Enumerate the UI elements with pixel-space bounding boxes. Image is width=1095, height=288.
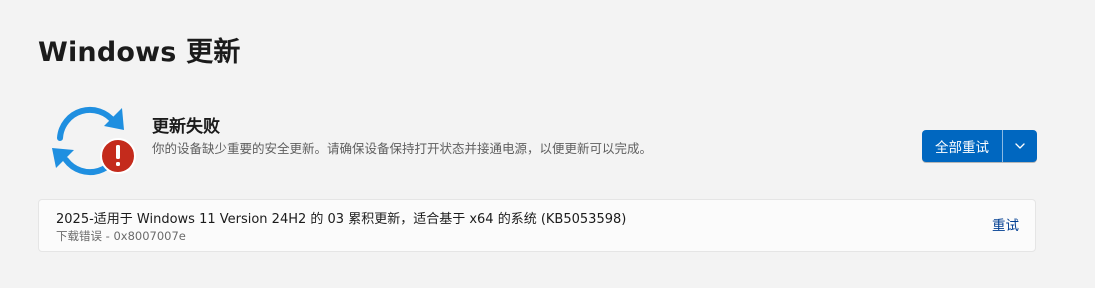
status-text: 更新失败 你的设备缺少重要的安全更新。请确保设备保持打开状态并接通电源，以便更新… [152,116,652,158]
update-status-section: 更新失败 你的设备缺少重要的安全更新。请确保设备保持打开状态并接通电源，以便更新… [46,100,1046,180]
update-item-name: 2025-适用于 Windows 11 Version 24H2 的 03 累积… [56,212,627,227]
retry-all-button[interactable]: 全部重试 [922,130,1002,162]
sync-error-icon [46,100,136,180]
page-title: Windows 更新 [38,37,241,68]
status-description: 你的设备缺少重要的安全更新。请确保设备保持打开状态并接通电源，以便更新可以完成。 [152,141,653,156]
windows-update-page: Windows 更新 更新失败 你的设备缺少重要的安全更新。请确保设备保持打开状… [0,0,1095,288]
retry-options-dropdown-button[interactable] [1003,130,1037,162]
update-item-card: 2025-适用于 Windows 11 Version 24H2 的 03 累积… [38,199,1036,252]
retry-button[interactable]: 重试 [992,217,1019,235]
update-item-error: 下载错误 - 0x8007007e [56,229,186,243]
status-heading: 更新失败 [152,117,220,137]
retry-all-split-button[interactable]: 全部重试 [922,130,1037,162]
chevron-down-icon [1015,143,1025,149]
